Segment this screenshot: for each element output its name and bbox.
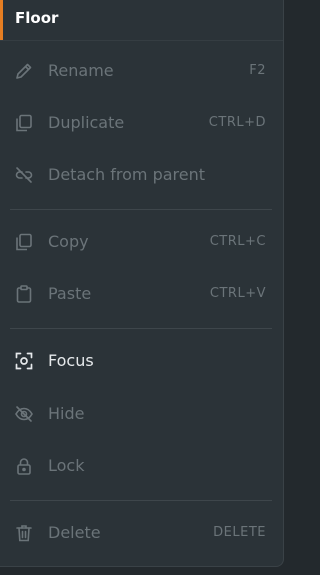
menu-item-label: Rename xyxy=(48,61,114,80)
focus-icon xyxy=(14,351,34,371)
menu-item-label: Paste xyxy=(48,284,92,303)
menu-item-copy[interactable]: Copy CTRL+C xyxy=(0,222,282,262)
shortcut-label: CTRL+V xyxy=(209,286,266,301)
menu-item-paste[interactable]: Paste CTRL+V xyxy=(0,274,282,314)
menu-item-label: Focus xyxy=(48,351,94,370)
menu-item-label: Copy xyxy=(48,232,89,251)
menu-item-lock[interactable]: Lock xyxy=(0,446,282,486)
menu-item-label: Delete xyxy=(48,523,101,542)
menu-item-label: Hide xyxy=(48,404,85,423)
menu-item-hide[interactable]: Hide xyxy=(0,394,282,434)
context-menu: Floor Rename F2 Duplicate CTRL+D Detach … xyxy=(0,0,284,567)
menu-item-delete[interactable]: Delete DELETE xyxy=(0,513,282,553)
eye-off-icon xyxy=(14,404,34,424)
copy-icon xyxy=(14,232,34,252)
lock-icon xyxy=(14,456,34,476)
pencil-icon xyxy=(14,61,34,81)
trash-icon xyxy=(14,523,34,543)
shortcut-label: CTRL+D xyxy=(208,115,266,130)
menu-title: Floor xyxy=(15,9,59,27)
shortcut-label: DELETE xyxy=(213,525,266,540)
menu-item-label: Duplicate xyxy=(48,113,125,132)
header-accent-bar xyxy=(0,0,3,40)
unlink-icon xyxy=(14,165,34,185)
menu-item-detach-from-parent[interactable]: Detach from parent xyxy=(0,155,282,195)
menu-item-label: Detach from parent xyxy=(48,165,206,184)
shortcut-label: F2 xyxy=(249,63,266,78)
shortcut-label: CTRL+C xyxy=(209,234,266,249)
menu-item-label: Lock xyxy=(48,456,85,475)
menu-item-focus[interactable]: Focus xyxy=(0,341,282,381)
menu-item-duplicate[interactable]: Duplicate CTRL+D xyxy=(0,103,282,143)
menu-divider xyxy=(10,328,272,329)
menu-item-rename[interactable]: Rename F2 xyxy=(0,51,282,91)
duplicate-icon xyxy=(14,113,34,133)
menu-header: Floor xyxy=(0,0,283,41)
clipboard-icon xyxy=(14,284,34,304)
menu-divider xyxy=(10,500,272,501)
menu-divider xyxy=(10,209,272,210)
